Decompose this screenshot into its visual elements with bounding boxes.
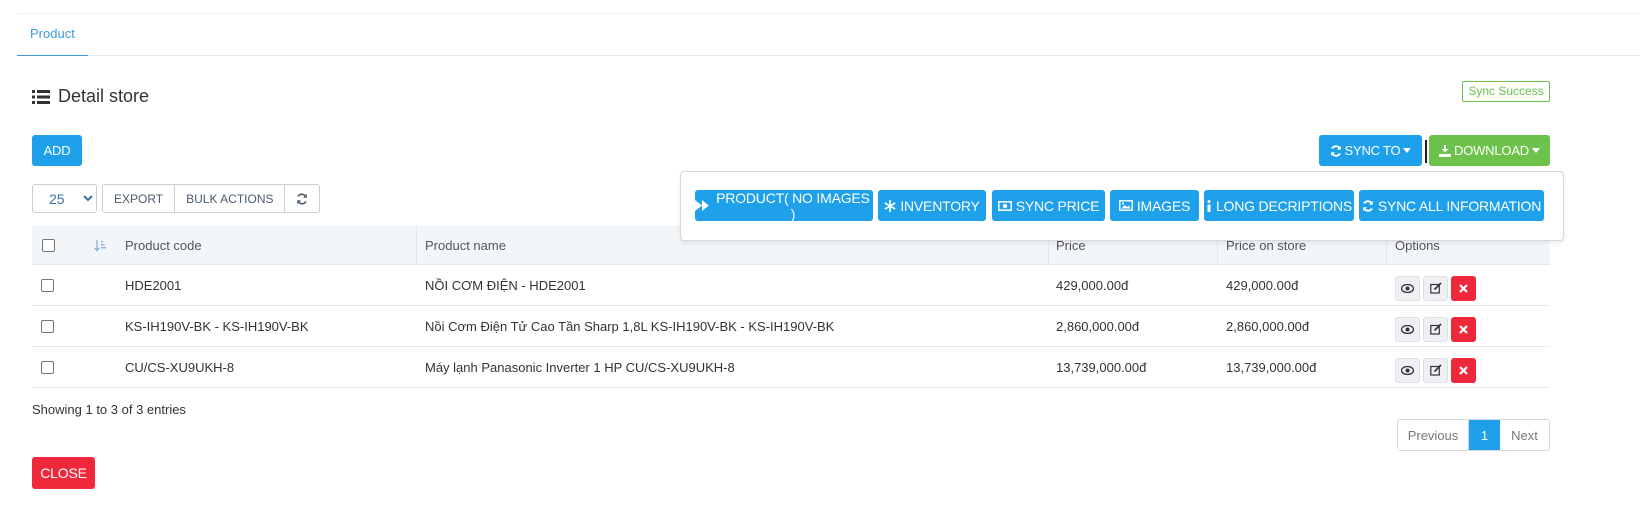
sync-to-label: SYNC TO xyxy=(1344,143,1401,158)
price: 13,739,000.00đ xyxy=(1056,359,1147,375)
row-checkbox-cell xyxy=(41,265,54,305)
add-button[interactable]: ADD xyxy=(32,135,82,166)
sync-menu-label: PRODUCT( NO IMAGES ) xyxy=(716,189,870,222)
snowflake-icon xyxy=(884,199,896,212)
download-icon xyxy=(1439,144,1452,157)
product-table: Product code Product name Price Price on… xyxy=(32,226,1550,388)
view-button[interactable] xyxy=(1395,316,1420,342)
refresh-icon xyxy=(1330,144,1341,157)
sync-to-button[interactable]: SYNC TO xyxy=(1319,135,1422,166)
chevron-down-icon xyxy=(1403,148,1412,153)
sync-menu-label: SYNC ALL INFORMATION xyxy=(1377,197,1542,214)
delete-button[interactable] xyxy=(1451,357,1476,383)
row-options xyxy=(1395,309,1479,349)
row-checkbox[interactable] xyxy=(41,360,54,374)
list-icon xyxy=(32,89,50,104)
table-info: Showing 1 to 3 of 3 entries xyxy=(32,402,186,417)
view-button[interactable] xyxy=(1395,357,1420,383)
edit-icon xyxy=(1429,282,1442,294)
column-header[interactable]: Product code xyxy=(125,226,202,264)
close-icon xyxy=(1459,283,1468,293)
previous-page-button[interactable]: Previous xyxy=(1398,420,1469,450)
page-size-select[interactable]: 10 25 50 100 xyxy=(32,184,97,213)
sync-menu-label: IMAGES xyxy=(1136,197,1191,214)
sync-menu-label: SYNC PRICE xyxy=(1015,197,1100,214)
sync-inventory-button[interactable]: INVENTORY xyxy=(878,190,986,221)
price-on-store: 13,739,000.00đ xyxy=(1226,359,1317,375)
table-row: HDE2001 NỒI CƠM ĐIỆN - HDE2001 429,000.0… xyxy=(32,265,1550,306)
edit-icon xyxy=(1429,323,1442,335)
row-checkbox-cell xyxy=(41,306,54,346)
page-title: Detail store xyxy=(32,86,149,107)
button-separator xyxy=(1425,140,1427,163)
status-badge: Sync Success xyxy=(1462,81,1550,102)
refresh-icon xyxy=(1363,199,1373,212)
eye-icon xyxy=(1401,283,1414,293)
select-all-checkbox[interactable] xyxy=(42,238,55,252)
delete-button[interactable] xyxy=(1451,275,1476,301)
column-divider xyxy=(416,226,417,265)
price-on-store: 429,000.00đ xyxy=(1226,277,1299,293)
next-page-button[interactable]: Next xyxy=(1500,420,1549,450)
product-name: Nồi Cơm Điện Tử Cao Tần Sharp 1,8L KS-IH… xyxy=(425,318,835,334)
page-1-button[interactable]: 1 xyxy=(1469,420,1500,450)
product-code: HDE2001 xyxy=(125,277,182,293)
info-icon xyxy=(1207,199,1211,212)
sync-menu-label: LONG DECRIPTIONS xyxy=(1215,197,1353,214)
edit-button[interactable] xyxy=(1423,275,1448,301)
sort-icon[interactable] xyxy=(94,239,107,252)
chevron-down-icon xyxy=(1531,148,1540,153)
sync-menu-label: INVENTORY xyxy=(900,197,980,214)
refresh-button[interactable] xyxy=(285,185,320,212)
image-icon xyxy=(1118,200,1133,211)
pagination: Previous 1 Next xyxy=(1397,419,1550,451)
select-all-cell xyxy=(42,226,55,264)
download-label: DOWNLOAD xyxy=(1454,143,1529,158)
download-button[interactable]: DOWNLOAD xyxy=(1429,135,1550,166)
edit-button[interactable] xyxy=(1423,316,1448,342)
tab-bar: Product xyxy=(17,13,1640,56)
edit-button[interactable] xyxy=(1423,357,1448,383)
export-button[interactable]: EXPORT xyxy=(103,185,176,212)
eye-icon xyxy=(1401,324,1414,334)
column-header[interactable]: Product name xyxy=(425,226,506,264)
eye-icon xyxy=(1401,365,1414,375)
row-options xyxy=(1395,268,1479,308)
tab-product[interactable]: Product xyxy=(17,13,88,56)
price-on-store: 2,860,000.00đ xyxy=(1226,318,1310,334)
table-row: KS-IH190V-BK - KS-IH190V-BK Nồi Cơm Điện… xyxy=(32,306,1550,347)
row-checkbox[interactable] xyxy=(41,319,54,333)
delete-button[interactable] xyxy=(1451,316,1476,342)
close-icon xyxy=(1459,365,1468,375)
row-checkbox[interactable] xyxy=(41,278,54,292)
product-name: NỒI CƠM ĐIỆN - HDE2001 xyxy=(425,277,586,293)
product-name: Máy lạnh Panasonic Inverter 1 HP CU/CS-X… xyxy=(425,359,735,375)
sync-all-information-button[interactable]: SYNC ALL INFORMATION xyxy=(1359,190,1544,221)
sync-images-button[interactable]: IMAGES xyxy=(1110,190,1199,221)
sort-cell xyxy=(94,226,107,264)
page-title-text: Detail store xyxy=(58,86,150,106)
table-toolbar: EXPORT BULK ACTIONS xyxy=(102,184,321,213)
product-code: CU/CS-XU9UKH-8 xyxy=(125,359,235,375)
row-options xyxy=(1395,350,1479,390)
price: 429,000.00đ xyxy=(1056,277,1129,293)
sync-long-descriptions-button[interactable]: LONG DECRIPTIONS xyxy=(1204,190,1354,221)
close-button[interactable]: CLOSE xyxy=(32,457,95,489)
close-icon xyxy=(1459,324,1468,334)
edit-icon xyxy=(1429,364,1442,376)
row-checkbox-cell xyxy=(41,347,54,387)
price: 2,860,000.00đ xyxy=(1056,318,1140,334)
fast-forward-icon xyxy=(695,200,709,211)
bulk-actions-button[interactable]: BULK ACTIONS xyxy=(175,185,286,212)
money-icon xyxy=(997,200,1012,211)
view-button[interactable] xyxy=(1395,275,1420,301)
refresh-icon xyxy=(297,193,308,204)
sync-product-no-images-button[interactable]: PRODUCT( NO IMAGES ) xyxy=(695,189,873,222)
table-row: CU/CS-XU9UKH-8 Máy lạnh Panasonic Invert… xyxy=(32,347,1550,388)
sync-price-button[interactable]: SYNC PRICE xyxy=(992,190,1105,221)
product-code: KS-IH190V-BK - KS-IH190V-BK xyxy=(125,318,309,334)
